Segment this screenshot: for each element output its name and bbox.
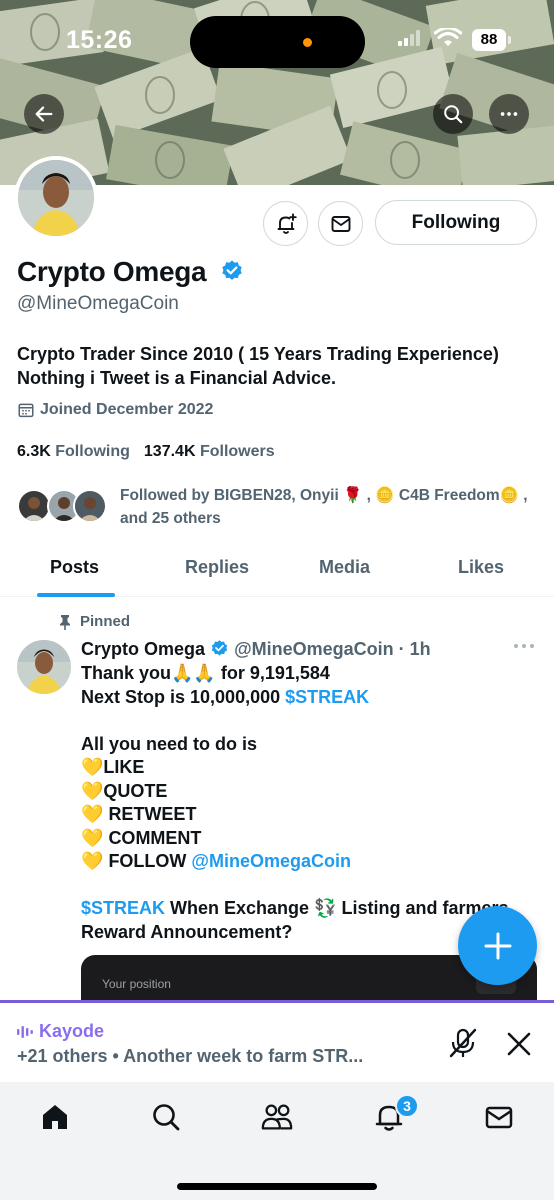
verified-icon[interactable] (220, 259, 244, 283)
status-bar: 15:26 88 (0, 0, 554, 80)
tab-likes[interactable]: Likes (458, 557, 504, 578)
cellular-signal-icon (398, 30, 420, 46)
notify-button[interactable] (263, 201, 308, 246)
mail-icon (331, 215, 350, 232)
verified-icon (211, 640, 228, 656)
dynamic-island (190, 16, 365, 68)
joined-date: Joined December 2022 (17, 401, 213, 419)
active-tab-indicator (37, 593, 115, 597)
search-button[interactable] (433, 94, 473, 134)
media-card-text: Your position (102, 977, 171, 991)
tweet-author-name[interactable]: Crypto Omega (81, 639, 205, 659)
tab-media[interactable]: Media (319, 557, 370, 578)
followed-by-text: Followed by BIGBEN28, Onyii 🌹 , 🪙 C4B Fr… (120, 487, 528, 527)
compose-button[interactable] (458, 906, 537, 985)
back-arrow-icon (35, 106, 53, 122)
tab-posts[interactable]: Posts (50, 557, 99, 578)
mail-icon (485, 1106, 513, 1129)
people-icon (261, 1104, 293, 1130)
spaces-bar[interactable]: Kayode +21 others • Another week to farm… (0, 1000, 554, 1082)
mention-link[interactable]: @MineOmegaCoin (191, 851, 351, 871)
nav-search[interactable] (149, 1100, 183, 1134)
profile-bio: Crypto Trader Since 2010 ( 15 Years Trad… (17, 342, 537, 390)
following-link[interactable]: 6.3K Following (17, 443, 130, 461)
profile-display-name: Crypto Omega (17, 256, 207, 287)
bio-line: Nothing i Tweet is a Financial Advice. (17, 368, 337, 388)
battery-indicator: 88 (472, 29, 506, 51)
pin-icon (60, 614, 70, 630)
follower-avatar (73, 489, 107, 523)
tweet-more-icon[interactable] (513, 641, 535, 651)
more-icon (500, 112, 518, 116)
tweet-time: · 1h (398, 639, 431, 659)
tab-replies[interactable]: Replies (185, 557, 249, 578)
mic-off-icon[interactable] (448, 1027, 478, 1059)
notifications-badge: 3 (395, 1094, 419, 1118)
space-host: Kayode (17, 1021, 104, 1042)
profile-avatar[interactable] (14, 156, 98, 240)
home-indicator (177, 1183, 377, 1190)
follower-avatar (17, 489, 51, 523)
cashtag-link[interactable]: $STREAK (285, 687, 369, 707)
space-title: +21 others • Another week to farm STR... (17, 1046, 364, 1066)
tweet-author-avatar[interactable] (17, 640, 71, 694)
followers-link[interactable]: 137.4K Followers (144, 443, 275, 461)
plus-icon (484, 932, 511, 959)
joined-text: Joined December 2022 (40, 401, 214, 418)
home-icon (43, 1105, 67, 1129)
tweet-header: Crypto Omega @MineOmegaCoin · 1h (81, 639, 431, 660)
calendar-icon (18, 403, 34, 418)
back-button[interactable] (24, 94, 64, 134)
message-button[interactable] (318, 201, 363, 246)
bio-line: Crypto Trader Since 2010 ( 15 Years Trad… (17, 344, 499, 364)
close-icon[interactable] (506, 1031, 532, 1057)
follow-stats: 6.3K Following 137.4K Followers (17, 443, 275, 461)
status-time: 15:26 (66, 26, 133, 54)
bell-plus-icon (277, 213, 297, 234)
nav-messages[interactable] (482, 1100, 516, 1134)
nav-home[interactable] (38, 1100, 72, 1134)
pinned-label: Pinned (58, 613, 130, 630)
cashtag-link[interactable]: $STREAK (81, 898, 165, 918)
audio-wave-icon (17, 1025, 33, 1038)
search-icon (444, 105, 463, 124)
tweet-text: Thank you🙏🙏 for 9,191,584 Next Stop is 1… (81, 663, 509, 942)
profile-handle: @MineOmegaCoin (17, 293, 179, 314)
followed-by[interactable]: Followed by BIGBEN28, Onyii 🌹 , 🪙 C4B Fr… (17, 484, 547, 534)
search-icon (153, 1104, 180, 1131)
following-button[interactable]: Following (375, 200, 537, 245)
profile-tabs: Posts Replies Media Likes (0, 545, 554, 597)
more-button[interactable] (489, 94, 529, 134)
nav-communities[interactable] (260, 1100, 294, 1134)
tweet-author-handle: @MineOmegaCoin (234, 639, 394, 659)
wifi-icon (434, 28, 462, 46)
